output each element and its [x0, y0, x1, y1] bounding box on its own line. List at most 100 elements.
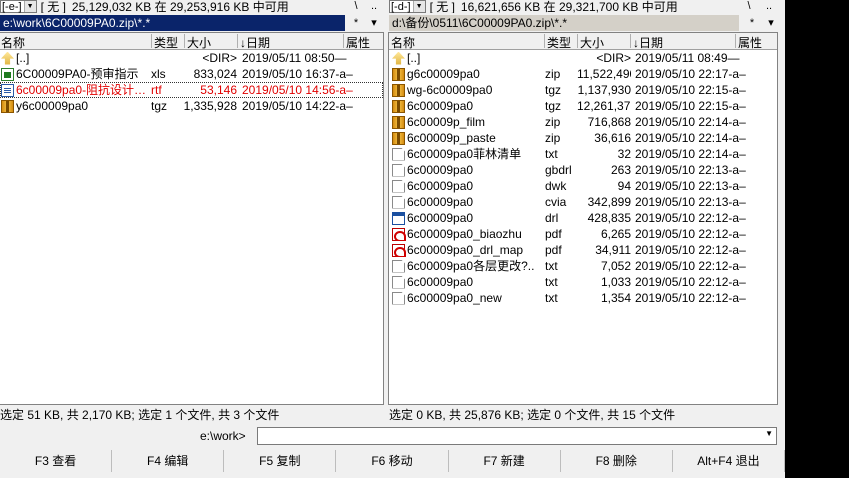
file-name-cell: 6c00009pa0菲林清单 — [392, 147, 542, 161]
file-row[interactable]: 6c00009pa0菲林清单 txt 32 2019/05/10 22:14-a– — [389, 146, 777, 162]
file-name-cell: 6c00009pa0_new — [392, 291, 542, 305]
left-history-button[interactable]: ▾ — [367, 15, 381, 31]
left-col-attr[interactable]: 属性 — [346, 34, 370, 51]
file-name-cell: 6C00009PA0-预审指示 — [1, 67, 149, 81]
function-key-bar: F3 查看 F4 编辑 F5 复制 F6 移动 F7 新建 F8 删除 Alt+F4 退出 — [0, 450, 785, 472]
left-filter-button[interactable]: * — [349, 15, 363, 31]
file-date: 2019/05/10 14:56-a– — [242, 83, 353, 97]
right-col-attr[interactable]: 属性 — [738, 34, 762, 51]
left-col-name[interactable]: 名称 — [1, 34, 25, 51]
file-row[interactable]: [..] <DIR> 2019/05/11 08:49— — [389, 50, 777, 66]
right-col-size[interactable]: 大小 — [580, 34, 604, 51]
file-name: 6c00009pa0 — [407, 211, 474, 225]
right-root-button[interactable]: \ — [742, 0, 756, 13]
file-name-cell: [..] — [392, 51, 542, 65]
file-row[interactable]: 6c00009pa0各层更改?.. txt 7,052 2019/05/10 22:1… — [389, 258, 777, 274]
file-name: 6c00009pa0_drl_map — [407, 243, 524, 257]
left-drive-selector[interactable]: [-e-] ▼ — [0, 0, 37, 13]
right-parent-button[interactable]: .. — [762, 0, 776, 13]
right-column-header: 名称 类型 大小 ↓日期 属性 — [389, 33, 777, 50]
file-row[interactable]: 6c00009pa0 gbdrl 263 2019/05/10 22:13-a– — [389, 162, 777, 178]
file-name: 6c00009pa0 — [407, 195, 474, 209]
file-name: 6c00009pa0 — [407, 163, 474, 177]
right-col-name[interactable]: 名称 — [391, 34, 415, 51]
file-name: 6c00009pa0 — [407, 99, 474, 113]
file-row[interactable]: 6C00009PA0-预审指示 xls 833,024 2019/05/10 16:3… — [0, 66, 383, 82]
file-ext: pdf — [545, 227, 562, 241]
right-history-button[interactable]: ▾ — [764, 15, 778, 31]
file-row[interactable]: y6c00009pa0 tgz 1,335,928 2019/05/10 14:22-… — [0, 98, 383, 114]
file-row[interactable]: 6c00009pa0 tgz 12,261,371 2019/05/10 22:15-… — [389, 98, 777, 114]
command-line-input[interactable]: ▼ — [257, 427, 777, 445]
left-file-panel[interactable]: 名称 类型 大小 ↓日期 属性 [..] <DIR> 2019/05/11 08:5… — [0, 32, 384, 405]
chevron-down-icon[interactable]: ▼ — [765, 429, 773, 438]
file-size: 94 — [617, 179, 631, 193]
file-row[interactable]: [..] <DIR> 2019/05/11 08:50— — [0, 50, 383, 66]
pdf-icon — [392, 227, 406, 241]
file-name-cell: 6c00009pa0-阻抗设计… — [1, 83, 149, 97]
archive-icon — [392, 67, 405, 81]
right-file-panel[interactable]: 名称 类型 大小 ↓日期 属性 [..] <DIR> 2019/05/11 08:4… — [388, 32, 778, 405]
file-name-cell: 6c00009pa0 — [392, 163, 542, 177]
right-drive-label: [ 无 ] — [429, 0, 455, 13]
file-manager-window: [-e-] ▼ [ 无 ] 25,129,032 KB 在 29,253,916… — [0, 0, 785, 478]
fkey-button-1[interactable]: F3 查看 — [0, 450, 113, 472]
right-col-ext[interactable]: 类型 — [547, 34, 571, 51]
file-date: 2019/05/10 14:22-a– — [242, 99, 353, 113]
file-ext: txt — [545, 259, 558, 273]
file-row[interactable]: 6c00009pa0 dwk 94 2019/05/10 22:13-a– — [389, 178, 777, 194]
right-path-bar[interactable]: d:\备份\0511\6C00009PA0.zip\*.* — [389, 15, 739, 31]
file-row[interactable]: wg-6c00009pa0 tgz 1,137,930 2019/05/10 22:1… — [389, 82, 777, 98]
file-date: 2019/05/10 22:12-a– — [635, 243, 746, 257]
file-row[interactable]: 6c00009pa0 cvia 342,899 2019/05/10 22:13-a– — [389, 194, 777, 210]
file-icon — [392, 275, 405, 289]
file-size: 263 — [610, 163, 631, 177]
fkey-button-3[interactable]: F5 复制 — [224, 450, 337, 472]
file-ext: txt — [545, 275, 558, 289]
file-row[interactable]: 6c00009p_paste zip 36,616 2019/05/10 22:14-… — [389, 130, 777, 146]
file-row[interactable]: 6c00009pa0_drl_map pdf 34,911 2019/05/10 22… — [389, 242, 777, 258]
pdf-icon — [392, 243, 406, 257]
right-drive-bar: [-d-] ▼ [ 无 ] 16,621,656 KB 在 29,321,700… — [389, 0, 739, 13]
xls-icon — [1, 67, 14, 81]
left-col-ext[interactable]: 类型 — [154, 34, 178, 51]
file-date: 2019/05/10 22:12-a– — [635, 227, 746, 241]
left-col-size[interactable]: 大小 — [187, 34, 211, 51]
file-name-cell: wg-6c00009pa0 — [392, 83, 542, 97]
left-file-list: [..] <DIR> 2019/05/11 08:50— 6C00009PA0-预审指… — [0, 50, 383, 114]
chevron-down-icon: ▼ — [23, 1, 36, 12]
file-row[interactable]: 6c00009p_film zip 716,868 2019/05/10 22:14-… — [389, 114, 777, 130]
file-icon — [392, 195, 405, 209]
left-parent-button[interactable]: .. — [367, 0, 381, 13]
fkey-button-4[interactable]: F6 移动 — [336, 450, 449, 472]
fkey-button-5[interactable]: F7 新建 — [449, 450, 561, 472]
file-date: 2019/05/10 22:13-a– — [635, 179, 746, 193]
file-row[interactable]: 6c00009pa0 txt 1,033 2019/05/10 22:12-a– — [389, 274, 777, 290]
left-column-header: 名称 类型 大小 ↓日期 属性 — [0, 33, 383, 50]
file-size: 7,052 — [600, 259, 631, 273]
file-name: 6c00009p_film — [407, 115, 486, 129]
right-drive-selector[interactable]: [-d-] ▼ — [389, 0, 426, 13]
file-date: 2019/05/10 22:14-a– — [635, 131, 746, 145]
file-name: [..] — [407, 51, 421, 65]
file-row[interactable]: 6c00009pa0_new txt 1,354 2019/05/10 22:12-a… — [389, 290, 777, 306]
fkey-button-6[interactable]: F8 删除 — [561, 450, 673, 472]
file-name-cell: 6c00009pa0 — [392, 99, 542, 113]
file-ext: xls — [151, 67, 166, 81]
file-row[interactable]: g6c00009pa0 zip 11,522,490 2019/05/10 22:17… — [389, 66, 777, 82]
left-path-bar[interactable]: e:\work\6C00009PA0.zip\*.* — [0, 15, 345, 31]
left-col-date[interactable]: ↓日期 — [240, 34, 270, 51]
file-name-cell: 6c00009pa0 — [392, 195, 542, 209]
file-row[interactable]: 6c00009pa0_biaozhu pdf 6,265 2019/05/10 22:… — [389, 226, 777, 242]
file-ext: txt — [545, 147, 558, 161]
file-name: 6c00009pa0各层更改?.. — [407, 259, 535, 273]
file-row[interactable]: 6c00009pa0-阻抗设计… rtf 53,146 2019/05/10 14:5… — [0, 82, 383, 98]
left-root-button[interactable]: \ — [349, 0, 363, 13]
fkey-button-2[interactable]: F4 编辑 — [112, 450, 225, 472]
fkey-button-7[interactable]: Alt+F4 退出 — [673, 450, 785, 472]
right-filter-button[interactable]: * — [745, 15, 759, 31]
file-ext: zip — [545, 115, 561, 129]
command-line-path: e:\work> — [200, 429, 246, 443]
right-col-date[interactable]: ↓日期 — [633, 34, 663, 51]
file-row[interactable]: 6c00009pa0 drl 428,835 2019/05/10 22:12-a– — [389, 210, 777, 226]
